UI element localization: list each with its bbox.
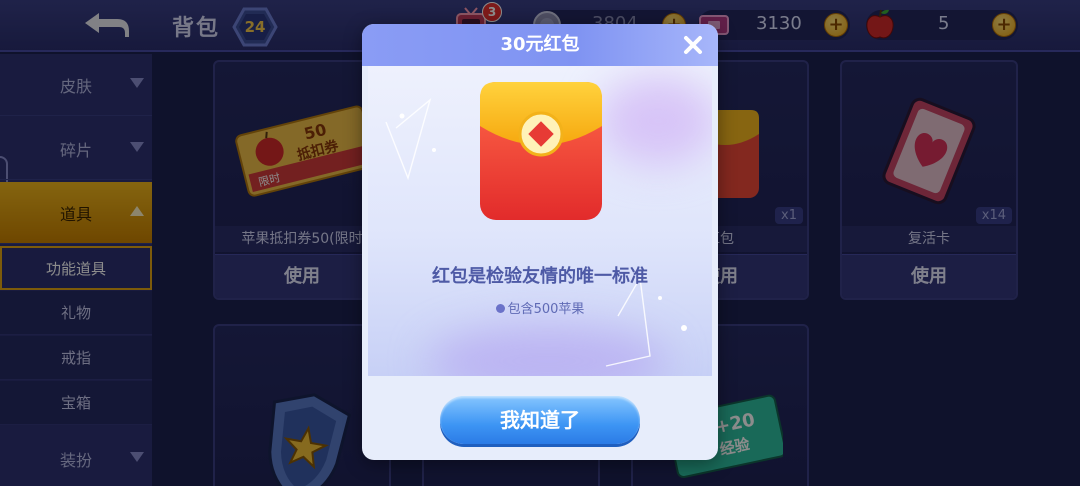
dialog-subtitle: 包含500苹果 xyxy=(368,298,712,317)
close-icon xyxy=(684,36,702,54)
bullet-dot-icon xyxy=(495,304,505,313)
dialog-description: 红包是检验友情的唯一标准 xyxy=(432,266,648,287)
dialog-header: 30元红包 xyxy=(362,24,718,66)
dialog-title: 30元红包 xyxy=(500,34,580,55)
red-envelope-icon xyxy=(480,82,602,220)
confirm-button[interactable]: 我知道了 xyxy=(440,396,640,444)
red-packet-dialog: 30元红包 红包是检验友情的唯一标准 包含500苹果 我知道了 xyxy=(362,24,718,460)
close-button[interactable] xyxy=(678,30,708,60)
dialog-subtitle-text: 包含500苹果 xyxy=(507,302,585,317)
dialog-body: 红包是检验友情的唯一标准 包含500苹果 xyxy=(368,66,712,376)
